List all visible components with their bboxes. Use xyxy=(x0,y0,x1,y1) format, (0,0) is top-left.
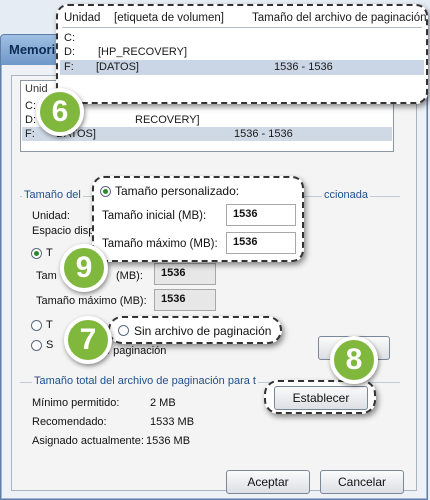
step-7-badge: 7 xyxy=(64,316,112,364)
assigned-label: Asignado actualmente: xyxy=(32,435,144,447)
volume-label: RECOVERY] xyxy=(135,114,200,126)
no-paging-callout: Sin archivo de paginación xyxy=(108,316,282,344)
list-item[interactable]: C: xyxy=(25,99,36,113)
custom-size-callout: Tamaño personalizado: Tamaño inicial (MB… xyxy=(92,176,304,262)
column-paging-size[interactable]: Tamaño del archivo de paginación xyxy=(252,12,427,24)
initial-size-input-bg[interactable]: 1536 xyxy=(154,263,216,285)
list-item-selected[interactable]: F: DATOS] 1536 - 1536 xyxy=(22,127,392,141)
step-6-badge: 6 xyxy=(36,88,84,136)
initial-size-label: Tamaño inicial (MB): xyxy=(102,210,207,222)
drive-letter: C: xyxy=(25,100,36,112)
system-managed-label: T xyxy=(46,319,53,331)
assigned-value: 1536 MB xyxy=(146,435,191,447)
custom-size-radio[interactable] xyxy=(100,186,111,197)
free-space-label: Espacio disp xyxy=(32,225,95,237)
drive-letter: D: xyxy=(25,114,36,126)
set-button-label: Establecer xyxy=(292,391,350,405)
initial-size-input[interactable]: 1536 xyxy=(226,204,296,226)
ok-button[interactable]: Aceptar xyxy=(226,470,310,494)
drive-group-title: Tamaño del xyxy=(22,189,83,201)
set-button[interactable]: Establecer xyxy=(274,386,368,410)
max-size-label-bg: Tamaño máximo (MB): xyxy=(36,295,147,307)
no-paging-radio[interactable] xyxy=(118,325,129,336)
total-group-title: Tamaño total del archivo de paginación p… xyxy=(32,375,258,387)
initial-size-unit-bg: (MB): xyxy=(116,270,143,282)
list-item[interactable]: C: xyxy=(64,32,75,46)
min-allowed-value: 2 MB xyxy=(150,397,176,409)
drive-letter: C: xyxy=(64,32,75,44)
paging-size: 1536 - 1536 xyxy=(274,61,333,73)
list-item-selected[interactable]: F: [DATOS] 1536 - 1536 xyxy=(60,60,424,75)
no-paging-label-bg: S xyxy=(46,339,54,351)
step-8-badge: 8 xyxy=(330,336,378,384)
cancel-button[interactable]: Cancelar xyxy=(320,470,404,494)
system-managed-radio[interactable] xyxy=(31,320,42,331)
drive-list-header: Unidad [etiqueta de volumen] Tamaño del … xyxy=(62,12,427,28)
paging-size: 1536 - 1536 xyxy=(234,128,293,140)
drive-group-title-tail: ccionada xyxy=(322,189,371,201)
drive-letter: F: xyxy=(64,61,74,73)
max-size-label: Tamaño máximo (MB): xyxy=(102,238,218,250)
max-size-input[interactable]: 1536 xyxy=(226,232,296,254)
ok-button-label: Aceptar xyxy=(247,475,289,489)
recommended-label: Recomendado: xyxy=(32,416,107,428)
drive-letter: D: xyxy=(64,46,75,58)
step-9-badge: 9 xyxy=(60,244,108,292)
list-item[interactable]: D: [HP_RECOVERY] xyxy=(64,46,420,60)
no-paging-radio-bg[interactable] xyxy=(31,340,42,351)
max-size-input-bg[interactable]: 1536 xyxy=(154,289,216,311)
no-paging-label-tail: e paginación xyxy=(104,345,167,357)
column-unit[interactable]: Unidad xyxy=(64,12,100,24)
list-item[interactable]: D: RECOVERY] xyxy=(25,113,200,127)
set-button-callout: Establecer xyxy=(264,380,376,414)
recommended-value: 1533 MB xyxy=(150,416,195,428)
initial-size-label-bg: Tam xyxy=(36,270,57,282)
unit-label: Unidad: xyxy=(32,210,70,222)
custom-size-label-bg: T xyxy=(46,247,53,259)
volume-label: [DATOS] xyxy=(96,61,139,73)
no-paging-label: Sin archivo de paginación xyxy=(134,324,272,338)
cancel-button-label: Cancelar xyxy=(337,475,387,489)
drive-letter: F: xyxy=(25,128,35,140)
column-volume-label[interactable]: [etiqueta de volumen] xyxy=(114,12,224,24)
drive-list-callout: Unidad [etiqueta de volumen] Tamaño del … xyxy=(56,4,428,104)
min-allowed-label: Mínimo permitido: xyxy=(32,397,120,409)
volume-label: [HP_RECOVERY] xyxy=(98,46,188,58)
custom-size-label: Tamaño personalizado: xyxy=(115,184,240,198)
custom-size-radio-bg[interactable] xyxy=(31,248,42,259)
